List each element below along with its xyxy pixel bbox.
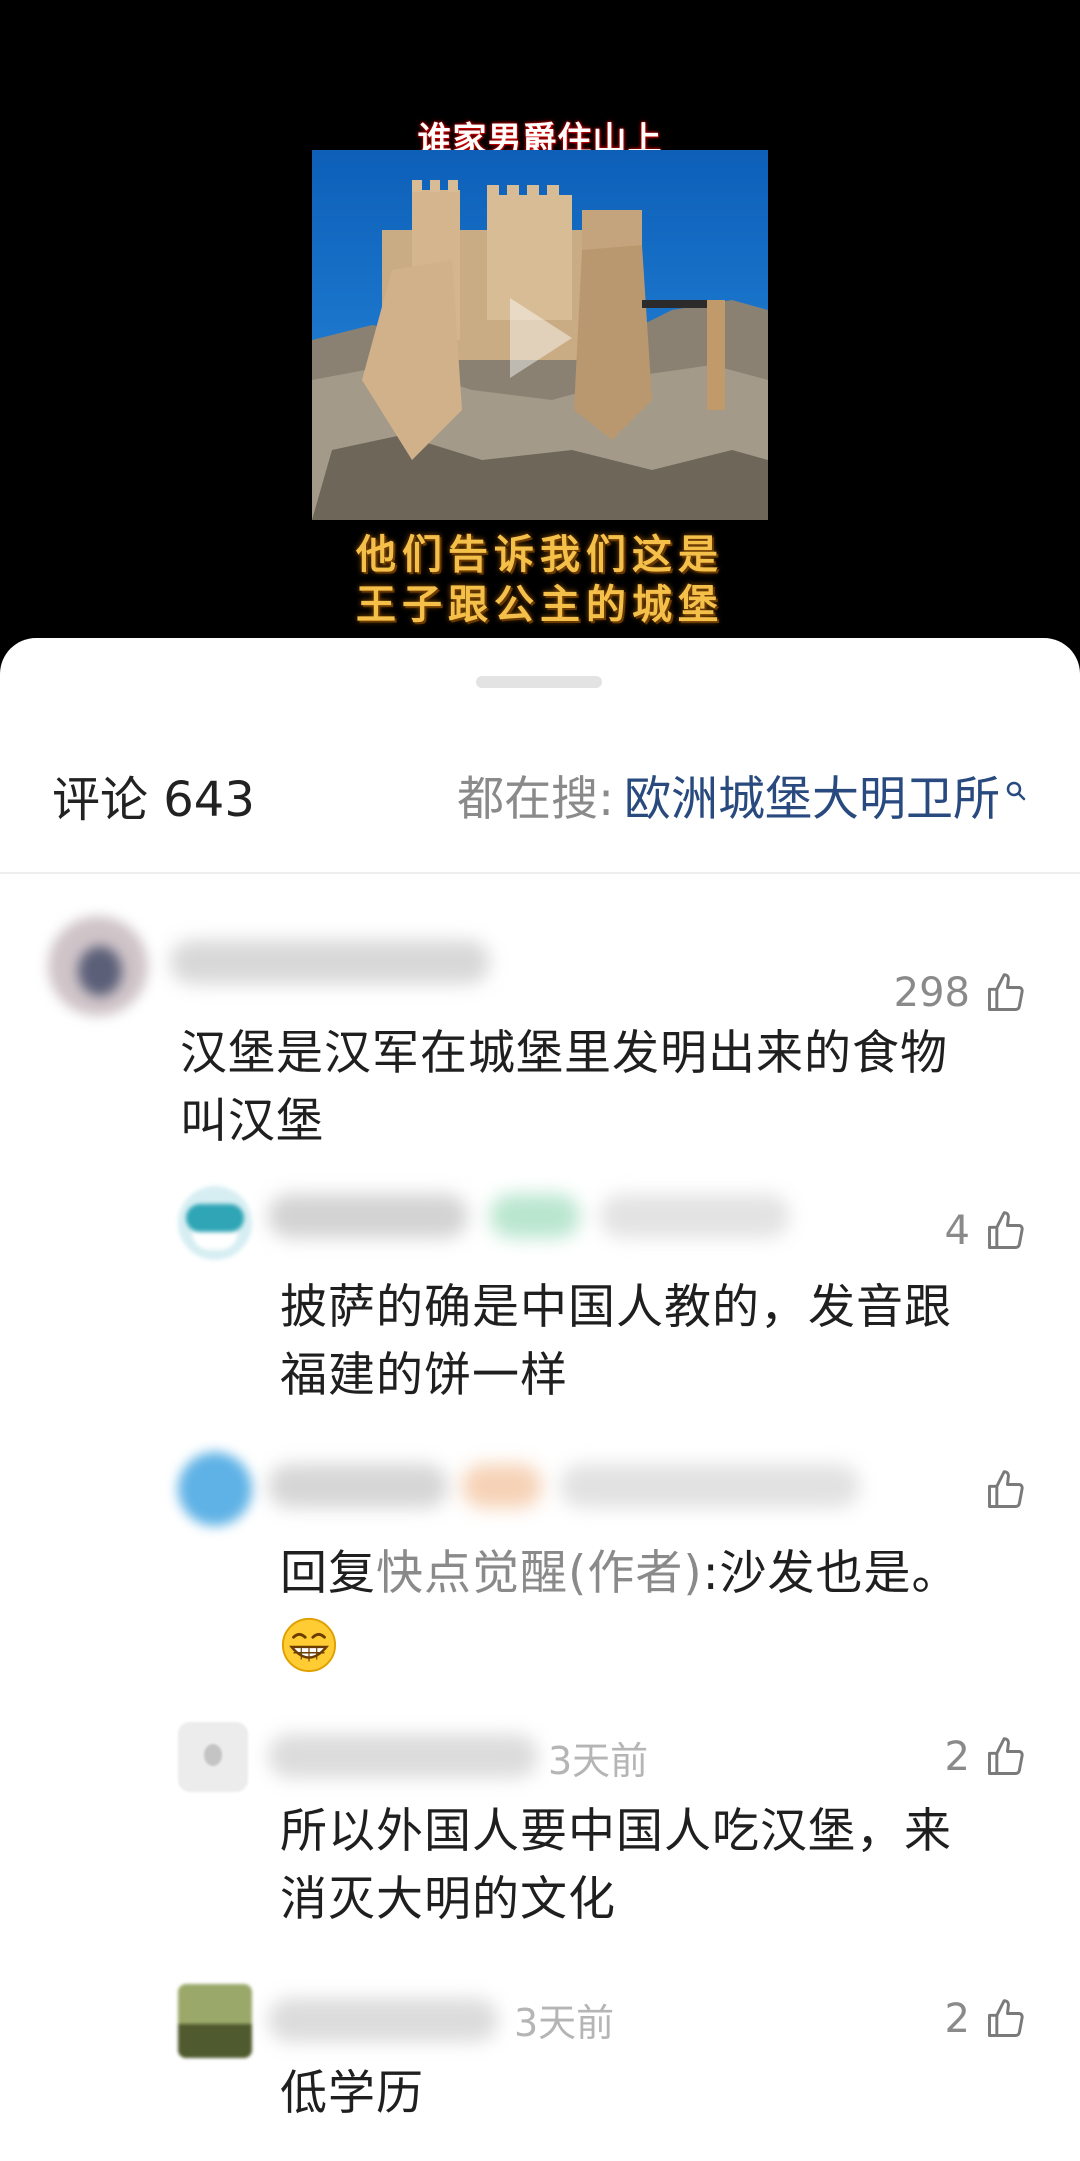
like-button[interactable]: 2 [945, 1734, 1028, 1780]
time-blurred [560, 1464, 860, 1508]
video-thumbnail[interactable] [312, 150, 768, 520]
reply-body: :沙发也是。 [702, 1546, 960, 1601]
comment-text: 回复快点觉醒(作者):沙发也是。 [280, 1540, 960, 1676]
search-suggestion[interactable]: 都在搜: 欧洲城堡大明卫所 [457, 768, 1026, 832]
comment-text: 所以外国人要中国人吃汉堡，来 消灭大明的文化 [280, 1798, 952, 1934]
comment-text: 低学历 [280, 2060, 424, 2128]
like-count: 2 [944, 1996, 970, 2042]
like-count: 4 [944, 1208, 970, 1254]
thumbs-up-icon[interactable] [984, 1468, 1028, 1512]
thumbs-up-icon[interactable] [984, 1209, 1028, 1253]
reply-prefix: 回复 [280, 1546, 376, 1601]
sheet-grab-handle[interactable] [476, 676, 602, 688]
search-keyword-link[interactable]: 欧洲城堡大明卫所 [624, 768, 1000, 832]
header-divider [0, 872, 1080, 874]
badge-blurred [490, 1194, 580, 1238]
thumbs-up-icon[interactable] [984, 1735, 1028, 1779]
comment-text: 汉堡是汉军在城堡里发明出来的食物 叫汉堡 [180, 1020, 948, 1156]
comment-text-line: 所以外国人要中国人吃汉堡，来 [280, 1804, 952, 1859]
comment-text-line: 福建的饼一样 [280, 1348, 568, 1403]
comment-text-line [280, 1608, 960, 1676]
grinning-emoji-icon [281, 1617, 337, 1672]
comment-text: 披萨的确是中国人教的，发音跟 福建的饼一样 [280, 1274, 952, 1410]
avatar[interactable] [178, 1452, 252, 1526]
comment-time: 3天前 [514, 2001, 615, 2045]
username-blurred[interactable] [268, 1194, 468, 1238]
reply-mention-link[interactable]: 快点觉醒(作者) [376, 1546, 703, 1601]
thumbs-up-icon[interactable] [984, 1997, 1028, 2041]
comment-header: 评论 643 都在搜: 欧洲城堡大明卫所 [0, 768, 1080, 868]
comment-text-line: 低学历 [280, 2066, 424, 2121]
badge-blurred [462, 1464, 542, 1508]
username-blurred[interactable] [268, 1734, 538, 1778]
like-button[interactable]: 2 [945, 1996, 1028, 2042]
username-blurred[interactable] [170, 940, 490, 984]
avatar[interactable] [178, 1722, 248, 1792]
search-prefix: 都在搜: [457, 772, 614, 827]
comment-text-line: 叫汉堡 [180, 1094, 324, 1149]
thumbs-up-icon[interactable] [984, 971, 1028, 1015]
comment-count-label: 评论 643 [52, 772, 255, 828]
comment-text-line: 消灭大明的文化 [280, 1872, 616, 1927]
like-button[interactable] [970, 1468, 1028, 1512]
video-caption-line-2: 王子跟公主的城堡 [356, 581, 724, 628]
comment-text-line: 回复快点觉醒(作者):沙发也是。 [280, 1540, 960, 1608]
comment-sheet: 评论 643 都在搜: 欧洲城堡大明卫所 298 汉堡是汉军在城堡里发明出来的食… [0, 638, 1080, 2161]
like-button[interactable]: 4 [945, 1208, 1028, 1254]
comment-text-line: 披萨的确是中国人教的，发音跟 [280, 1280, 952, 1335]
avatar[interactable] [48, 916, 148, 1016]
like-count: 298 [893, 970, 970, 1016]
like-count: 2 [944, 1734, 970, 1780]
avatar[interactable] [178, 1186, 252, 1260]
video-player[interactable]: 谁家男爵住山上 他们告诉我们这是 王子跟公主的城堡 [0, 0, 1080, 660]
play-icon[interactable] [510, 298, 572, 378]
search-icon[interactable] [1006, 781, 1026, 801]
like-button[interactable]: 298 [894, 970, 1028, 1016]
comment-text-line: 汉堡是汉军在城堡里发明出来的食物 [180, 1026, 948, 1081]
username-blurred[interactable] [268, 1998, 498, 2042]
time-blurred [600, 1194, 790, 1238]
username-blurred[interactable] [268, 1464, 448, 1508]
comment-time: 3天前 [548, 1739, 649, 1783]
avatar[interactable] [178, 1984, 252, 2058]
